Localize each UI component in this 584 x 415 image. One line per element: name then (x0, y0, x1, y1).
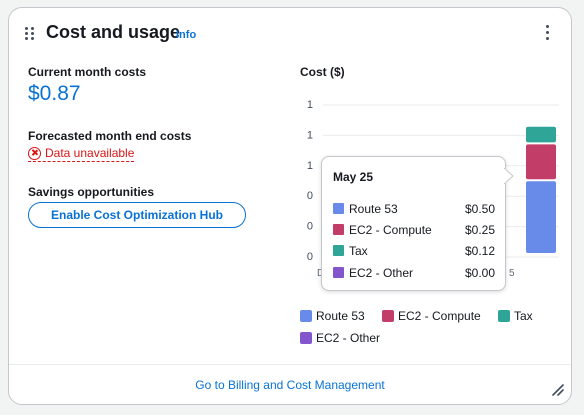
legend-label: EC2 - Other (316, 331, 381, 345)
billing-link[interactable]: Go to Billing and Cost Management (9, 378, 571, 392)
tooltip-row-value: $0.50 (464, 202, 495, 216)
legend-label: Route 53 (316, 309, 365, 323)
forecast-label: Forecasted month end costs (28, 129, 192, 143)
tooltip-row-name: EC2 - Compute (349, 223, 432, 237)
tooltip-title: May 25 (333, 170, 374, 184)
y-tick-label: 1 (307, 129, 313, 141)
x-tick-label-right: 5 (509, 268, 515, 279)
legend-swatch-icon (382, 310, 394, 322)
tooltip-row: EC2 - Compute $0.25 (333, 222, 495, 238)
bar-segment-tax[interactable] (526, 126, 556, 143)
legend-item-route-53[interactable]: Route 53 (300, 308, 378, 324)
tooltip-row-name: Tax (349, 244, 368, 258)
legend-label: EC2 - Compute (398, 309, 481, 323)
current-month-label: Current month costs (28, 65, 147, 79)
widget-header: Cost and usage Info (9, 8, 571, 60)
tooltip-row-value: $0.00 (464, 266, 495, 280)
widget-footer: Go to Billing and Cost Management (9, 364, 571, 404)
y-tick-label: 0 (307, 221, 313, 233)
tooltip-row: EC2 - Other $0.00 (333, 265, 495, 281)
error-icon (28, 146, 41, 160)
tooltip-row-name: Route 53 (349, 202, 398, 216)
forecast-status-text: Data unavailable (45, 146, 135, 160)
y-tick-label: 1 (307, 99, 313, 111)
tooltip-pointer-icon (504, 168, 514, 184)
enable-cost-optimization-hub-button[interactable]: Enable Cost Optimization Hub (28, 202, 246, 228)
bar-segment-route-53[interactable] (526, 181, 556, 253)
cost-and-usage-widget: Cost and usage Info Current month costs … (8, 7, 572, 405)
ec2-other-swatch-icon (333, 267, 344, 278)
chart-bars (526, 126, 556, 253)
current-month-value: $0.87 (28, 82, 81, 105)
tooltip-row: Tax $0.12 (333, 243, 495, 259)
info-link[interactable]: Info (176, 29, 196, 41)
savings-label: Savings opportunities (28, 185, 155, 199)
legend-item-ec2-other[interactable]: EC2 - Other (300, 330, 390, 346)
chart-y-axis-title: Cost ($) (300, 65, 345, 79)
ec2-compute-swatch-icon (333, 224, 344, 235)
y-tick-label: 1 (307, 160, 313, 172)
legend-item-ec2-compute[interactable]: EC2 - Compute (382, 308, 494, 324)
tooltip-row-value: $0.25 (464, 223, 495, 237)
drag-handle-icon[interactable] (25, 27, 35, 41)
chart-y-ticks: 0 0 0 1 1 1 (307, 99, 313, 263)
legend-item-tax[interactable]: Tax (498, 308, 544, 324)
widget-title: Cost and usage (46, 22, 181, 42)
legend-swatch-icon (300, 310, 312, 322)
route-53-swatch-icon (333, 203, 344, 214)
tooltip-row-name: EC2 - Other (349, 266, 414, 280)
resize-handle-icon[interactable] (552, 384, 564, 396)
forecast-status[interactable]: Data unavailable (28, 146, 135, 162)
bar-segment-ec2-compute[interactable] (526, 144, 556, 180)
tooltip-row-value: $0.12 (464, 244, 495, 258)
legend-swatch-icon (498, 310, 510, 322)
legend-swatch-icon (300, 332, 312, 344)
chart-tooltip: May 25 Route 53 $0.50 EC2 - Compute $0.2… (321, 156, 506, 291)
y-tick-label: 0 (307, 251, 313, 263)
tooltip-row: Route 53 $0.50 (333, 201, 495, 217)
tax-swatch-icon (333, 245, 344, 256)
more-actions-icon[interactable] (544, 25, 552, 41)
y-tick-label: 0 (307, 190, 313, 202)
legend-label: Tax (514, 309, 533, 323)
